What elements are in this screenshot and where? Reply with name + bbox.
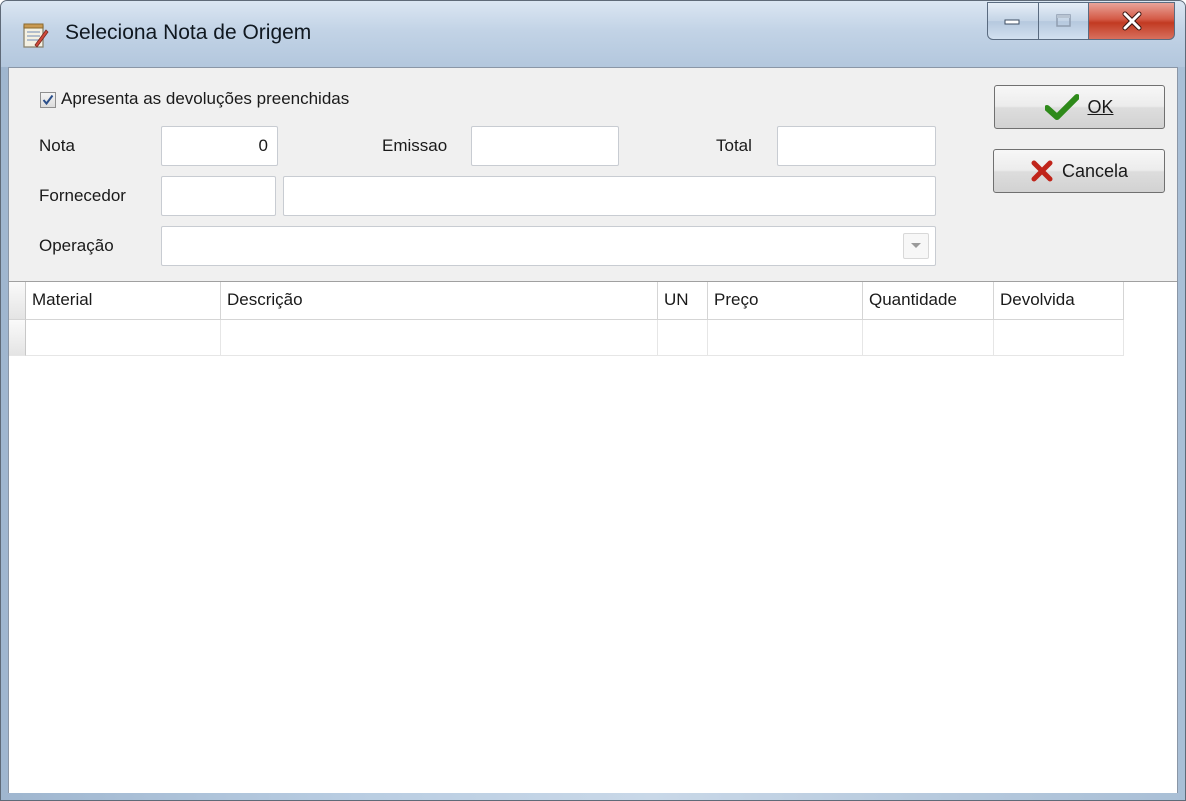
maximize-icon bbox=[1055, 14, 1071, 27]
nota-label: Nota bbox=[39, 136, 75, 155]
cell-material[interactable] bbox=[26, 320, 221, 356]
notepad-icon bbox=[23, 23, 49, 48]
title-bar[interactable]: Seleciona Nota de Origem bbox=[1, 1, 1185, 67]
grid-header: Material Descrição UN Preço Quantidade D… bbox=[9, 282, 1124, 320]
dialog-client-area: Apresenta as devoluções preenchidas Nota… bbox=[8, 67, 1178, 793]
x-icon bbox=[1031, 160, 1053, 182]
cell-descricao[interactable] bbox=[221, 320, 658, 356]
row-indicator[interactable] bbox=[9, 320, 26, 356]
emissao-label: Emissao bbox=[382, 136, 448, 155]
checkmark-icon bbox=[1045, 94, 1080, 120]
window-title: Seleciona Nota de Origem bbox=[65, 21, 312, 44]
ok-button[interactable]: OK bbox=[994, 85, 1165, 129]
window-controls bbox=[987, 2, 1175, 40]
nota-input[interactable] bbox=[161, 126, 278, 166]
column-header-descricao[interactable]: Descrição bbox=[221, 282, 658, 320]
minimize-icon bbox=[1004, 19, 1020, 25]
close-button[interactable] bbox=[1089, 2, 1175, 40]
fornecedor-label: Fornecedor bbox=[39, 186, 126, 205]
column-header-preco[interactable]: Preço bbox=[708, 282, 863, 320]
cell-devolvida[interactable] bbox=[994, 320, 1124, 356]
operacao-label: Operação bbox=[39, 236, 114, 255]
fornecedor-code-input[interactable] bbox=[161, 176, 276, 216]
column-header-devolvida[interactable]: Devolvida bbox=[994, 282, 1124, 320]
total-label: Total bbox=[716, 136, 752, 155]
ok-label: OK bbox=[1087, 96, 1114, 117]
column-header-un[interactable]: UN bbox=[658, 282, 708, 320]
show-returns-checkbox[interactable] bbox=[40, 92, 56, 108]
operacao-select[interactable] bbox=[161, 226, 936, 266]
column-header-material[interactable]: Material bbox=[26, 282, 221, 320]
maximize-button[interactable] bbox=[1039, 2, 1089, 40]
table-row[interactable] bbox=[9, 320, 1124, 356]
grid-header-indicator bbox=[9, 282, 26, 320]
checkmark-icon bbox=[42, 94, 54, 106]
emissao-input[interactable] bbox=[471, 126, 619, 166]
column-header-quantidade[interactable]: Quantidade bbox=[863, 282, 994, 320]
items-grid[interactable]: Material Descrição UN Preço Quantidade D… bbox=[9, 281, 1177, 793]
fornecedor-name-input[interactable] bbox=[283, 176, 936, 216]
cell-un[interactable] bbox=[658, 320, 708, 356]
cancel-button[interactable]: Cancela bbox=[993, 149, 1165, 193]
cell-preco[interactable] bbox=[708, 320, 863, 356]
chevron-down-icon[interactable] bbox=[903, 233, 929, 259]
show-returns-label[interactable]: Apresenta as devoluções preenchidas bbox=[61, 89, 349, 109]
cell-quantidade[interactable] bbox=[863, 320, 994, 356]
total-input[interactable] bbox=[777, 126, 936, 166]
cancel-label: Cancela bbox=[1061, 160, 1129, 181]
minimize-button[interactable] bbox=[987, 2, 1039, 40]
close-icon bbox=[1122, 11, 1141, 31]
dialog-window: Seleciona Nota de Origem Apresenta as de… bbox=[0, 0, 1186, 801]
